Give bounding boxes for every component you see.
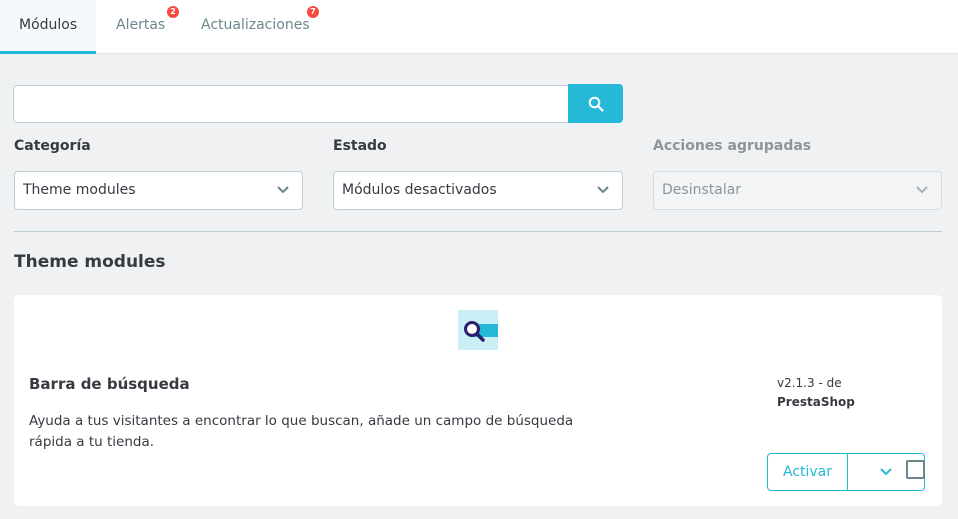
chevron-down-icon <box>880 468 892 476</box>
tab-actualizaciones[interactable]: Actualizaciones <box>182 0 329 54</box>
section-title: Theme modules <box>14 252 166 272</box>
tab-bar: Módulos Alertas 2 Actualizaciones 7 <box>0 0 958 54</box>
module-description: Ayuda a tus visitantes a encontrar lo qu… <box>29 413 574 450</box>
module-version: v2.1.3 - de <box>777 376 842 390</box>
bulk-actions-label: Acciones agrupadas <box>653 138 812 154</box>
activate-button[interactable]: Activar <box>768 454 848 490</box>
tab-modulos-label: Módulos <box>19 17 78 33</box>
tab-alertas-label: Alertas <box>116 17 166 33</box>
module-card: Barra de búsqueda Ayuda a tus visitantes… <box>14 295 942 506</box>
divider <box>14 231 942 232</box>
category-label: Categoría <box>14 138 91 154</box>
status-selected-value: Módulos desactivados <box>342 182 497 198</box>
alertas-count-badge: 2 <box>167 6 179 18</box>
category-select[interactable]: Theme modules <box>14 171 303 210</box>
chevron-down-icon <box>597 186 609 194</box>
search-button[interactable] <box>568 84 623 123</box>
status-label: Estado <box>333 138 387 154</box>
module-author: PrestaShop <box>777 395 855 409</box>
search-icon <box>588 96 604 112</box>
actualizaciones-count-badge: 7 <box>307 6 319 18</box>
bulk-actions-selected-value: Desinstalar <box>662 182 742 198</box>
tab-actualizaciones-label: Actualizaciones <box>201 17 310 33</box>
tab-modulos[interactable]: Módulos <box>0 0 96 54</box>
search-input[interactable] <box>13 85 569 123</box>
module-name: Barra de búsqueda <box>29 375 190 393</box>
chevron-down-icon <box>916 186 928 194</box>
search-bar-module-icon <box>458 310 498 350</box>
module-select-checkbox[interactable] <box>906 460 925 479</box>
status-select[interactable]: Módulos desactivados <box>333 171 623 210</box>
module-action-group: Activar <box>767 453 925 491</box>
chevron-down-icon <box>277 186 289 194</box>
category-selected-value: Theme modules <box>23 182 136 198</box>
bulk-actions-select: Desinstalar <box>653 171 942 210</box>
